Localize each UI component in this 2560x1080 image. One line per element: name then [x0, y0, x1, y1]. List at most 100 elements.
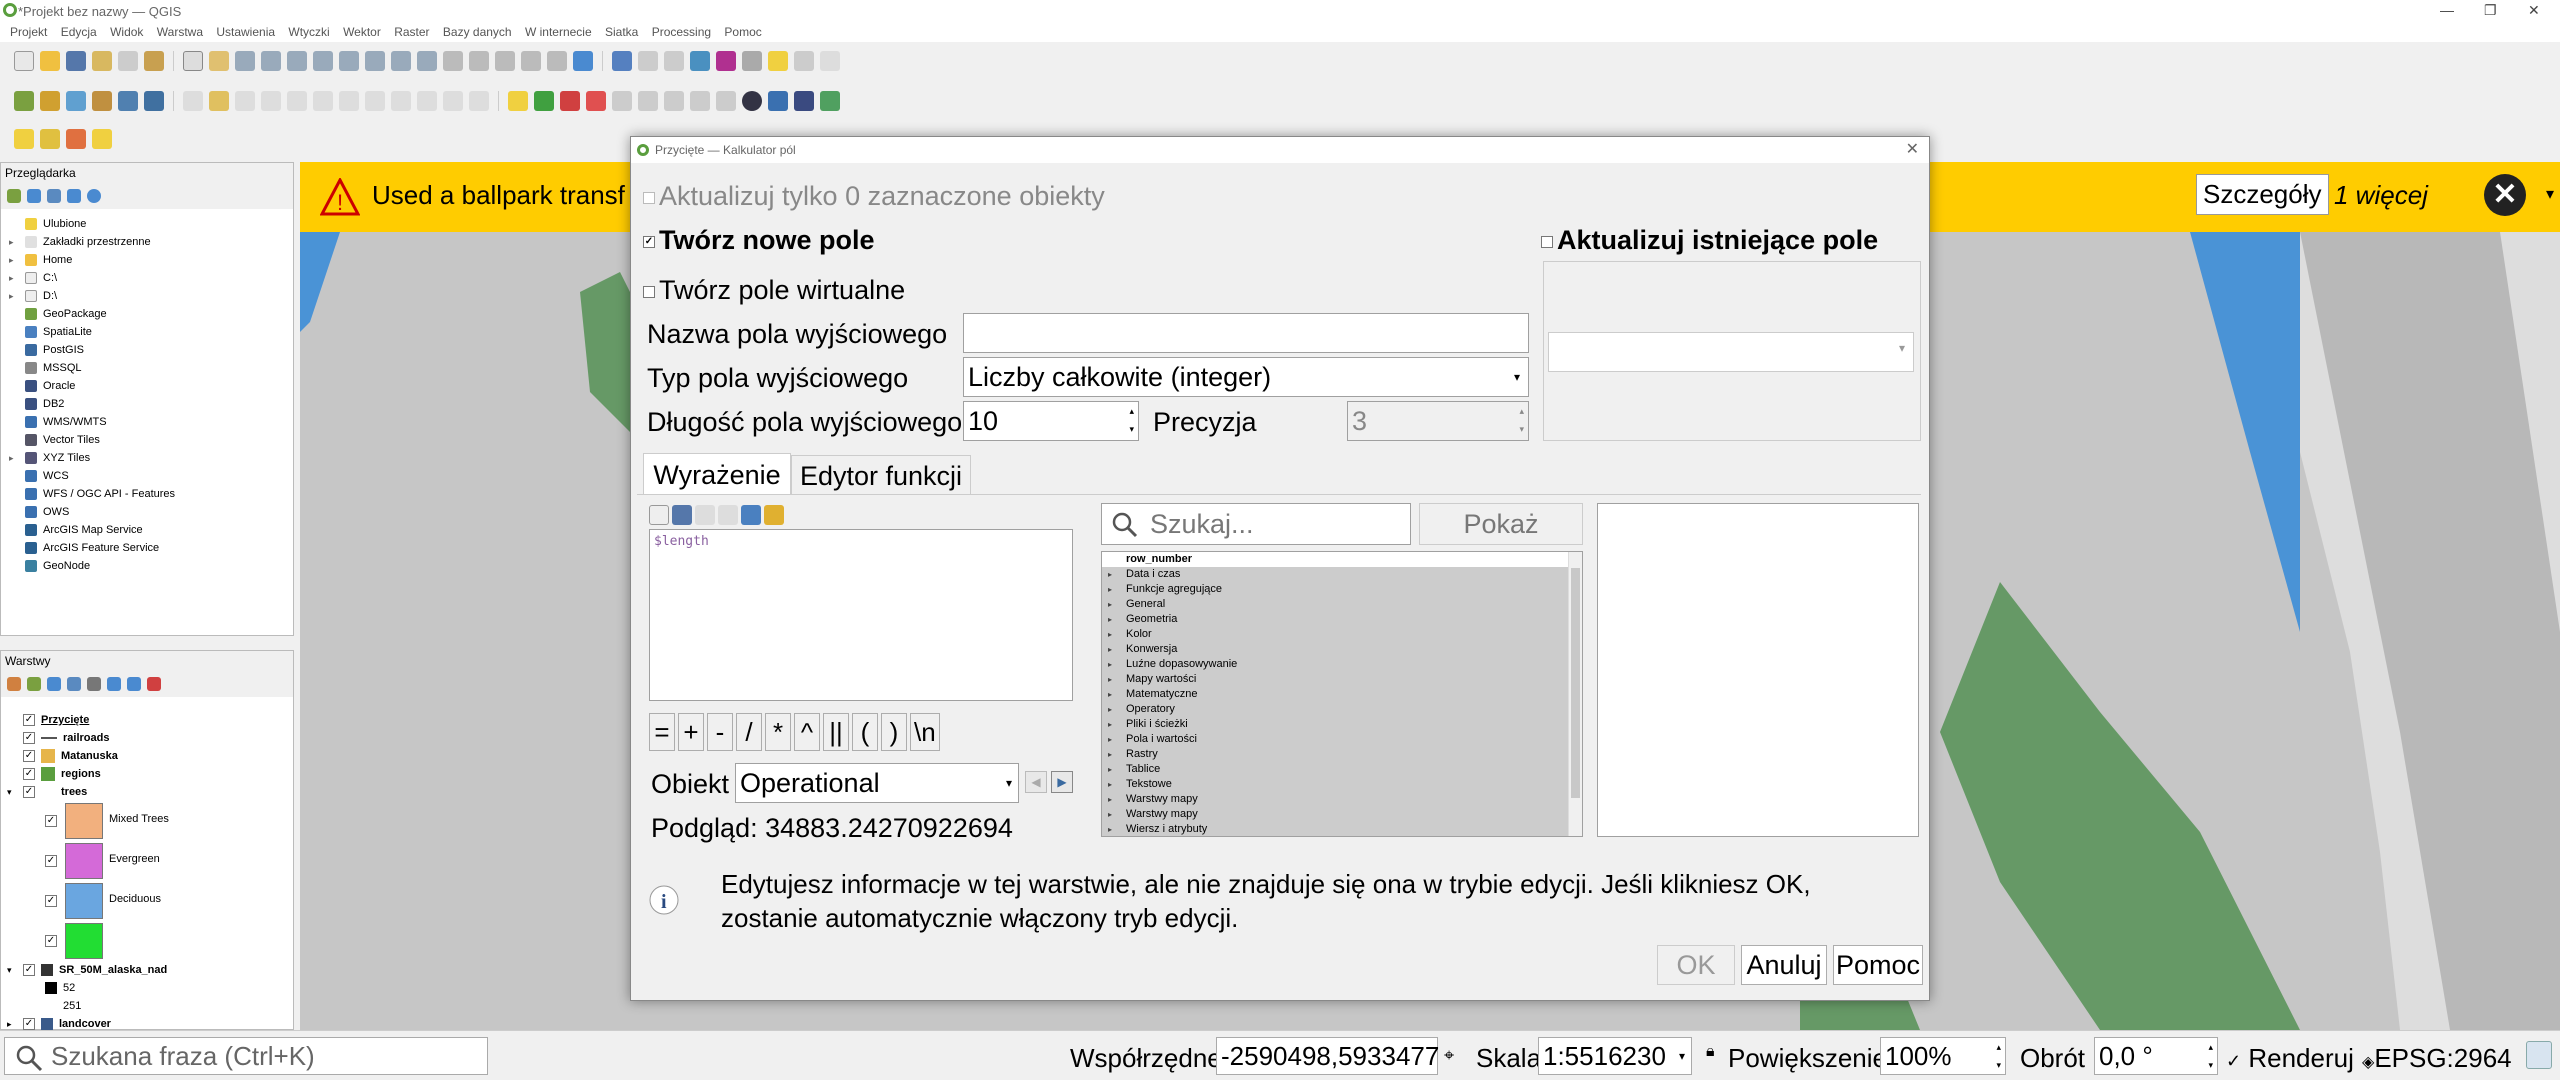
save-project-icon[interactable]: [66, 51, 86, 71]
function-group[interactable]: ▸ Wiersz i atrybuty: [1102, 822, 1568, 836]
function-search-input[interactable]: Szukaj...: [1101, 503, 1411, 545]
browser-item[interactable]: SpatiaLite: [1, 323, 293, 341]
cancel-button[interactable]: Anuluj: [1741, 945, 1827, 985]
paste-icon[interactable]: [417, 91, 437, 111]
function-group[interactable]: ▸ Kolor: [1102, 627, 1568, 642]
label-properties-icon[interactable]: [690, 91, 710, 111]
rotation-field[interactable]: 0,0 ° ▴ ▾: [2094, 1037, 2218, 1075]
minimize-icon[interactable]: —: [2440, 2, 2454, 18]
menu-w-internecie[interactable]: W internecie: [525, 25, 592, 39]
zoom-in-icon[interactable]: [235, 51, 255, 71]
output-type-select[interactable]: Liczby całkowite (integer) ▾: [963, 357, 1529, 397]
label-icon[interactable]: [508, 91, 528, 111]
output-name-input[interactable]: [963, 313, 1529, 353]
function-group[interactable]: ▸ Pliki i ścieżki: [1102, 717, 1568, 732]
menu-widok[interactable]: Widok: [110, 25, 143, 39]
browser-item[interactable]: ArcGIS Map Service: [1, 521, 293, 539]
browser-item[interactable]: ▸ D:\: [1, 287, 293, 305]
tab-function-editor[interactable]: Edytor funkcji: [791, 455, 971, 495]
close-banner-icon[interactable]: ✕: [2484, 174, 2526, 216]
function-group[interactable]: ▸ Data i czas: [1102, 567, 1568, 582]
measure-icon[interactable]: [742, 51, 762, 71]
globe-icon[interactable]: [742, 91, 762, 111]
operator-close-paren-button[interactable]: ): [881, 713, 907, 751]
zoom-next-icon[interactable]: [417, 51, 437, 71]
diagram-icon[interactable]: [534, 91, 554, 111]
browser-item[interactable]: Vector Tiles: [1, 431, 293, 449]
change-label-icon[interactable]: [664, 91, 684, 111]
expression-filter-icon[interactable]: [87, 677, 101, 691]
help-button[interactable]: Pomoc: [1833, 945, 1923, 985]
layout-manager-icon[interactable]: [118, 51, 138, 71]
operator-equals-button[interactable]: =: [649, 713, 675, 751]
scale-field[interactable]: 1:5516230 ▾: [1538, 1037, 1692, 1075]
ok-button[interactable]: OK: [1657, 945, 1735, 985]
function-group[interactable]: ▸ Operatory: [1102, 702, 1568, 717]
function-group[interactable]: ▸ Luźne dopasowywanie: [1102, 657, 1568, 672]
browser-item[interactable]: Oracle: [1, 377, 293, 395]
browser-item[interactable]: MSSQL: [1, 359, 293, 377]
add-delimited-text-icon[interactable]: [118, 91, 138, 111]
show-help-button[interactable]: Pokaż pomoc: [1419, 503, 1583, 579]
new-3d-view-icon[interactable]: [469, 51, 489, 71]
import-expression-icon[interactable]: [741, 505, 761, 525]
redo-icon[interactable]: [469, 91, 489, 111]
menu-wektor[interactable]: Wektor: [343, 25, 381, 39]
zoom-native-icon[interactable]: [365, 51, 385, 71]
layer-przyciete[interactable]: ✓ Przycięte: [1, 711, 293, 729]
menu-raster[interactable]: Raster: [394, 25, 429, 39]
function-group[interactable]: ▸ Matematyczne: [1102, 687, 1568, 702]
modify-attributes-icon[interactable]: [313, 91, 333, 111]
menu-ustawienia[interactable]: Ustawienia: [216, 25, 275, 39]
operator-newline-button[interactable]: \n: [910, 713, 940, 751]
output-length-spinbox[interactable]: 10 ▴ ▾: [963, 401, 1139, 441]
operator-concat-button[interactable]: ||: [823, 713, 849, 751]
show-bookmarks-icon[interactable]: [521, 51, 541, 71]
crs-button[interactable]: ◈EPSG:2964: [2362, 1043, 2512, 1074]
remove-layer-icon[interactable]: [147, 677, 161, 691]
menu-edycja[interactable]: Edycja: [61, 25, 97, 39]
next-feature-icon[interactable]: ▶: [1051, 771, 1073, 793]
current-edits-icon[interactable]: [183, 91, 203, 111]
zoom-full-icon[interactable]: [287, 51, 307, 71]
menu-wtyczki[interactable]: Wtyczki: [288, 25, 329, 39]
operator-plus-button[interactable]: +: [678, 713, 704, 751]
function-group[interactable]: ▸ Warstwy mapy: [1102, 792, 1568, 807]
processing-toolbox-icon[interactable]: [690, 51, 710, 71]
collapse-layers-icon[interactable]: [127, 677, 141, 691]
function-group[interactable]: ▸ Geometria: [1102, 612, 1568, 627]
browser-item[interactable]: GeoPackage: [1, 305, 293, 323]
plugin-icon[interactable]: [820, 91, 840, 111]
browser-item[interactable]: ▸ Zakładki przestrzenne: [1, 233, 293, 251]
open-attribute-table-icon[interactable]: [638, 51, 658, 71]
layout-icon[interactable]: [92, 51, 112, 71]
menu-processing[interactable]: Processing: [652, 25, 711, 39]
render-checkbox[interactable]: ✓ Renderuj: [2226, 1043, 2354, 1074]
pan-to-selection-icon[interactable]: [209, 51, 229, 71]
filter-legend-icon[interactable]: [67, 677, 81, 691]
browser-item[interactable]: DB2: [1, 395, 293, 413]
save-expression-icon[interactable]: [672, 505, 692, 525]
banner-menu-icon[interactable]: ▾: [2546, 184, 2554, 204]
add-vector-icon[interactable]: [66, 91, 86, 111]
function-group[interactable]: ▸ Pola i wartości: [1102, 732, 1568, 747]
select-features-icon[interactable]: [14, 129, 34, 149]
undo-icon[interactable]: [443, 91, 463, 111]
function-group[interactable]: ▸ Rastry: [1102, 747, 1568, 762]
toggle-editing-icon[interactable]: [209, 91, 229, 111]
temporal-icon[interactable]: [547, 51, 567, 71]
refresh-browser-icon[interactable]: [27, 189, 41, 203]
cut-icon[interactable]: [365, 91, 385, 111]
statistics-icon[interactable]: [716, 51, 736, 71]
new-project-icon[interactable]: [14, 51, 34, 71]
layer-regions[interactable]: ✓ regions: [1, 765, 293, 783]
python-console-icon[interactable]: [768, 91, 788, 111]
create-new-field-checkbox[interactable]: ✓ Twórz nowe pole: [643, 225, 875, 256]
export-expression-icon[interactable]: [764, 505, 784, 525]
maximize-icon[interactable]: ❐: [2484, 2, 2497, 19]
function-group[interactable]: ▸ Konwersja: [1102, 642, 1568, 657]
coordinate-field[interactable]: -2590498,5933477: [1216, 1037, 1439, 1075]
add-group-icon[interactable]: [27, 677, 41, 691]
messages-icon[interactable]: [2526, 1041, 2552, 1069]
zoom-last-icon[interactable]: [391, 51, 411, 71]
